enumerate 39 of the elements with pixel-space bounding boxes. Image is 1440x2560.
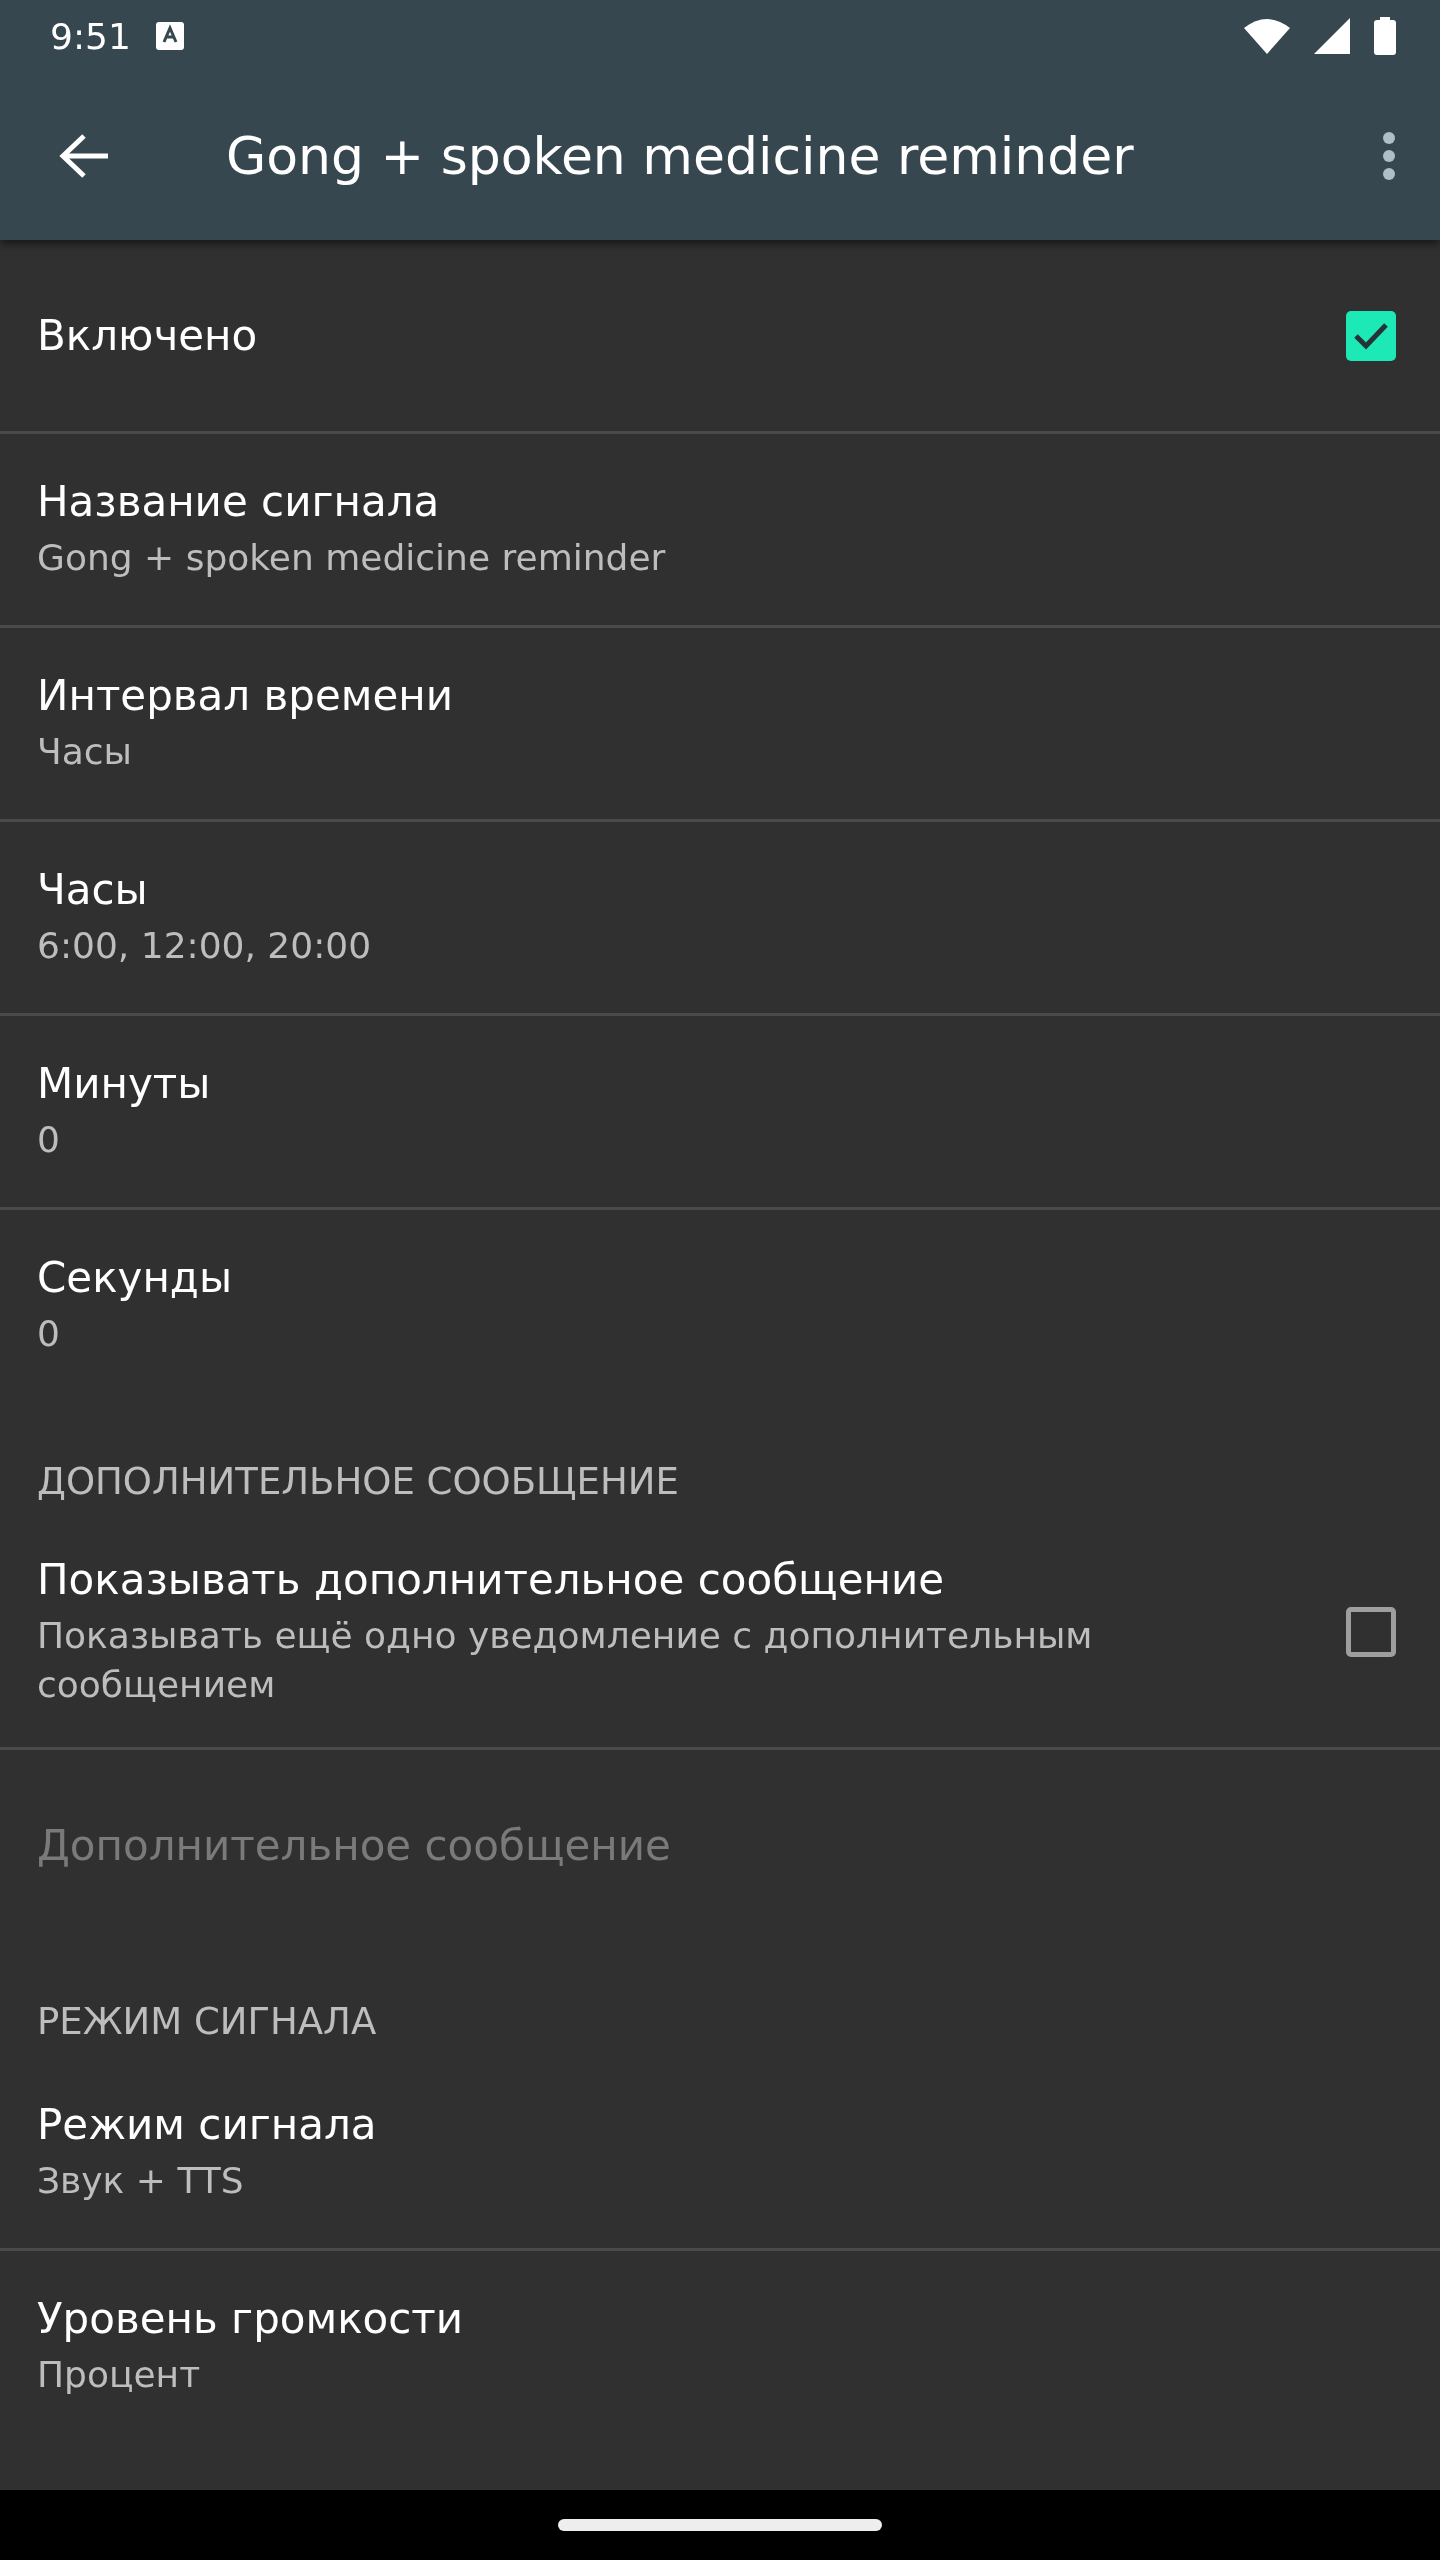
preference-row[interactable]: Название сигнала Gong + spoken medicine reminder [0,434,1440,628]
preference-title: Включено [37,311,259,360]
preference-row[interactable]: Часы 6:00, 12:00, 20:00 [0,822,1440,1016]
preference-title: Показывать дополнительное сообщение [37,1555,946,1604]
preference-row[interactable]: Показывать дополнительное сообщение Показывать ещё одно уведомление с дополнительным сообщением [0,1517,1440,1751]
wifi-icon [1244,18,1290,54]
keyboard-notification-icon [154,21,185,51]
preference-summary: Показывать ещё одно уведомление с дополнительным сообщением [37,1614,1094,1707]
preference-title: Часы [37,864,149,914]
checkbox[interactable] [1346,310,1396,361]
category-header: ДОПОЛНИТЕЛЬНОЕ СООБЩЕНИЕ [36,1459,680,1505]
back-arrow-icon [58,133,110,179]
preference-summary: Звук + TTS [37,2158,245,2203]
signal-icon [1314,18,1350,54]
preference-title: Уровень громкости [37,2293,465,2343]
battery-icon [1374,17,1396,55]
preference-summary: 0 [37,1117,61,1162]
preference-title: Минуты [37,1058,212,1108]
more-icon [1382,131,1396,181]
preference-title: Секунды [37,1252,234,1302]
preference-summary: Часы [37,729,133,774]
status-time: 9:51 [50,15,131,57]
preference-row[interactable]: Интервал времени Часы [0,628,1440,822]
checkbox[interactable] [1346,1607,1396,1658]
preference-title: Название сигнала [37,476,441,526]
preference-summary: 6:00, 12:00, 20:00 [37,923,373,968]
preference-row[interactable]: Включено [0,240,1440,434]
preference-summary: Gong + spoken medicine reminder [37,535,667,580]
preference-title: Интервал времени [37,670,455,720]
preference-row[interactable]: Режим сигнала Звук + TTS [0,2057,1440,2252]
preference-row[interactable]: Уровень громкости Процент [0,2251,1440,2446]
category-header: РЕЖИМ СИГНАЛА [36,1999,378,2046]
toolbar-title: Gong + spoken medicine reminder [226,126,1135,186]
preference-title: Дополнительное сообщение [37,1821,672,1871]
preference-title: Режим сигнала [37,2099,378,2149]
preference-summary: 0 [37,1311,61,1356]
preference-row[interactable]: Секунды 0 [0,1210,1440,1404]
preference-summary: Процент [37,2352,202,2397]
preference-row[interactable]: Минуты 0 [0,1016,1440,1210]
